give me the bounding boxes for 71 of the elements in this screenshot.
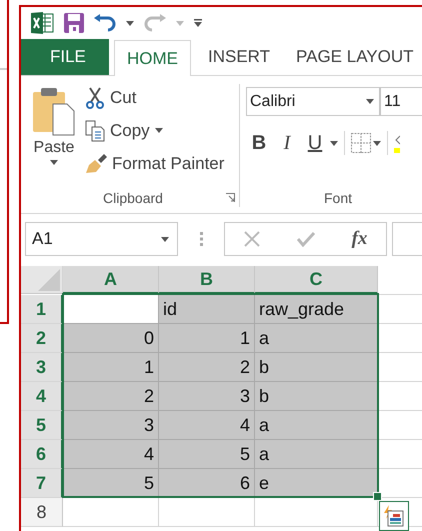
- caret-icon: [373, 140, 381, 146]
- borders-icon[interactable]: [351, 133, 371, 153]
- caret-icon: [176, 20, 184, 26]
- table-cell: 4: [159, 411, 255, 440]
- table-cell: 5: [159, 440, 255, 469]
- caret-icon: [154, 128, 163, 133]
- table-cell: e: [255, 469, 378, 498]
- paste-button[interactable]: Paste: [27, 82, 81, 187]
- table-cell: 5: [63, 469, 159, 498]
- paintbrush-icon: [85, 154, 107, 174]
- table-cell: b: [255, 353, 378, 382]
- font-name-field[interactable]: Calibri: [246, 87, 380, 116]
- column-header[interactable]: A: [63, 266, 159, 294]
- format-painter-button[interactable]: Format Painter: [85, 148, 226, 179]
- table-cell: 0: [63, 324, 159, 353]
- ribbon-tab[interactable]: HOME: [114, 40, 191, 76]
- group-label: Clipboard: [103, 190, 163, 206]
- save-icon[interactable]: [64, 13, 84, 33]
- table-cell: 4: [63, 440, 159, 469]
- column-header[interactable]: C: [255, 266, 378, 294]
- table-cell: id: [159, 295, 255, 324]
- formula-field[interactable]: [392, 222, 422, 256]
- table-cell: a: [255, 324, 378, 353]
- table-cell: a: [255, 411, 378, 440]
- table-cell: a: [255, 440, 378, 469]
- bold-button[interactable]: B: [246, 129, 272, 157]
- table-cell: 2: [159, 353, 255, 382]
- row-header[interactable]: 8: [21, 498, 63, 527]
- copy-icon: [85, 120, 105, 142]
- caret-icon: [126, 20, 134, 26]
- row-header[interactable]: 6: [21, 440, 63, 469]
- caret-icon: [161, 236, 169, 242]
- group-label: Font: [324, 190, 352, 206]
- table-cell: 3: [159, 382, 255, 411]
- table-cell: raw_grade: [255, 295, 378, 324]
- checkmark-icon[interactable]: [296, 231, 315, 247]
- table-cell: b: [255, 382, 378, 411]
- file-tab[interactable]: FILE: [21, 39, 109, 75]
- insert-function-button[interactable]: fx: [352, 228, 368, 250]
- table-cell: 1: [159, 324, 255, 353]
- caret-icon: [330, 140, 338, 146]
- ribbon-tab[interactable]: PAGE LAYOUT: [283, 39, 422, 75]
- customize-menu-icon[interactable]: [194, 19, 202, 27]
- row-header[interactable]: 3: [21, 353, 63, 382]
- caret-icon: [366, 99, 374, 104]
- row-header[interactable]: 7: [21, 469, 63, 498]
- italic-button[interactable]: I: [274, 129, 300, 157]
- underline-button[interactable]: U: [302, 129, 328, 157]
- scissors-icon: [85, 86, 105, 108]
- quick-analysis-button[interactable]: [379, 501, 409, 531]
- row-header[interactable]: 4: [21, 382, 63, 411]
- row-header[interactable]: 1: [21, 295, 63, 324]
- undo-icon[interactable]: [94, 14, 116, 32]
- cut-button[interactable]: Cut: [85, 82, 226, 113]
- ribbon-tab[interactable]: INSERT: [195, 39, 284, 75]
- table-cell: 6: [159, 469, 255, 498]
- caret-icon: [50, 160, 58, 165]
- row-header[interactable]: 2: [21, 324, 63, 353]
- font-size-field[interactable]: 11: [380, 87, 422, 116]
- row-header[interactable]: 5: [21, 411, 63, 440]
- clipboard-icon: [33, 86, 75, 136]
- table-cell: 2: [63, 382, 159, 411]
- fill-handle[interactable]: [373, 492, 382, 501]
- table-cell: 1: [63, 353, 159, 382]
- table-cell: 3: [63, 411, 159, 440]
- excel-logo-icon: [30, 11, 54, 35]
- name-box[interactable]: A1: [25, 222, 178, 256]
- copy-button[interactable]: Copy: [85, 115, 226, 146]
- column-header[interactable]: B: [159, 266, 255, 294]
- dialog-launcher-icon[interactable]: [226, 193, 235, 202]
- grip-icon: [200, 232, 203, 246]
